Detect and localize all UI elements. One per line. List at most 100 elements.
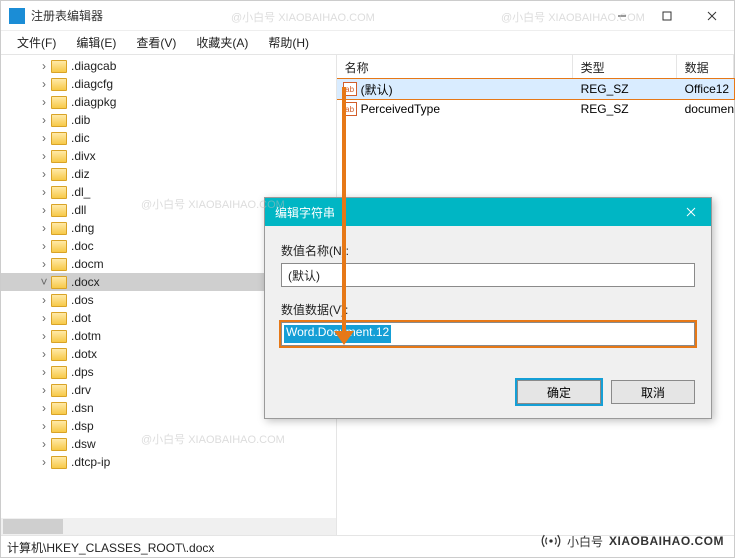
- maximize-button[interactable]: [644, 1, 689, 30]
- folder-icon: [51, 132, 67, 145]
- col-type[interactable]: 类型: [573, 55, 677, 78]
- folder-icon: [51, 78, 67, 91]
- window-title: 注册表编辑器: [31, 7, 599, 24]
- tree-item-label: .diagcab: [71, 59, 116, 73]
- cancel-button[interactable]: 取消: [611, 380, 695, 404]
- tree-item[interactable]: › .dtcp-ip: [1, 453, 336, 471]
- folder-icon: [51, 456, 67, 469]
- tree-item-label: .diagpkg: [71, 95, 116, 109]
- chevron-right-icon[interactable]: ›: [37, 455, 51, 469]
- menubar: 文件(F) 编辑(E) 查看(V) 收藏夹(A) 帮助(H): [1, 31, 734, 55]
- menu-view[interactable]: 查看(V): [126, 32, 186, 53]
- folder-icon: [51, 258, 67, 271]
- tree-item[interactable]: › .diagcab: [1, 57, 336, 75]
- tree-item-label: .docx: [71, 275, 100, 289]
- tree-item[interactable]: › .diagpkg: [1, 93, 336, 111]
- tree-item-label: .dotx: [71, 347, 97, 361]
- menu-favorites[interactable]: 收藏夹(A): [186, 32, 258, 53]
- close-button[interactable]: [689, 1, 734, 30]
- tree-item-label: .dng: [71, 221, 94, 235]
- tree-item-label: .dsp: [71, 419, 94, 433]
- tree-hscrollbar[interactable]: [1, 518, 336, 535]
- tree-item-label: .dos: [71, 293, 94, 307]
- chevron-right-icon[interactable]: ›: [37, 365, 51, 379]
- chevron-right-icon[interactable]: ›: [37, 77, 51, 91]
- chevron-right-icon[interactable]: ›: [37, 311, 51, 325]
- tree-item-label: .dtcp-ip: [71, 455, 110, 469]
- tree-item-label: .dib: [71, 113, 90, 127]
- ok-button[interactable]: 确定: [517, 380, 601, 404]
- tree-item[interactable]: › .dib: [1, 111, 336, 129]
- chevron-right-icon[interactable]: ›: [37, 131, 51, 145]
- tree-item-label: .dsn: [71, 401, 94, 415]
- folder-icon: [51, 312, 67, 325]
- chevron-right-icon[interactable]: ›: [37, 383, 51, 397]
- chevron-right-icon[interactable]: ›: [37, 59, 51, 73]
- chevron-right-icon[interactable]: ›: [37, 167, 51, 181]
- chevron-right-icon[interactable]: ›: [37, 329, 51, 343]
- folder-icon: [51, 60, 67, 73]
- row-type: REG_SZ: [573, 82, 677, 96]
- tree-item-label: .doc: [71, 239, 94, 253]
- dialog-body: 数值名称(N): 数值数据(V): Word.Document.12: [265, 226, 711, 366]
- tree-item[interactable]: ›.diz: [1, 165, 336, 183]
- tree-item-label: .dps: [71, 365, 94, 379]
- chevron-right-icon[interactable]: ›: [37, 203, 51, 217]
- row-data: Office12: [677, 82, 734, 96]
- tree-item-label: .dl_: [71, 185, 90, 199]
- col-data[interactable]: 数据: [677, 55, 734, 78]
- folder-icon: [51, 96, 67, 109]
- menu-help[interactable]: 帮助(H): [258, 32, 319, 53]
- col-name[interactable]: 名称: [337, 55, 573, 78]
- chevron-right-icon[interactable]: ›: [37, 347, 51, 361]
- folder-icon: [51, 276, 67, 289]
- chevron-right-icon[interactable]: ›: [37, 185, 51, 199]
- tree-item[interactable]: › .dic: [1, 129, 336, 147]
- tree-item[interactable]: › .dsp: [1, 417, 336, 435]
- tree-item[interactable]: › .divx: [1, 147, 336, 165]
- tree-item-label: .dot: [71, 311, 91, 325]
- regedit-window: 注册表编辑器 文件(F) 编辑(E) 查看(V) 收藏夹(A) 帮助(H) ›.…: [0, 0, 735, 558]
- chevron-right-icon[interactable]: ›: [37, 401, 51, 415]
- folder-icon: [51, 150, 67, 163]
- folder-icon: [51, 240, 67, 253]
- tree-item-label: .docm: [71, 257, 104, 271]
- list-row[interactable]: ab(默认)REG_SZOffice12: [337, 79, 734, 99]
- chevron-right-icon[interactable]: ›: [37, 149, 51, 163]
- app-icon: [9, 8, 25, 24]
- chevron-right-icon[interactable]: ›: [37, 257, 51, 271]
- tree-item-label: .divx: [71, 149, 96, 163]
- chevron-right-icon[interactable]: ›: [37, 293, 51, 307]
- chevron-right-icon[interactable]: ›: [37, 95, 51, 109]
- folder-icon: [51, 402, 67, 415]
- chevron-down-icon[interactable]: ˅: [37, 275, 51, 289]
- dialog-title: 编辑字符串: [275, 204, 671, 221]
- tree-item[interactable]: ›.dsw: [1, 435, 336, 453]
- folder-icon: [51, 420, 67, 433]
- menu-edit[interactable]: 编辑(E): [66, 32, 126, 53]
- chevron-right-icon[interactable]: ›: [37, 419, 51, 433]
- chevron-right-icon[interactable]: ›: [37, 239, 51, 253]
- scroll-thumb[interactable]: [3, 519, 63, 534]
- folder-icon: [51, 186, 67, 199]
- chevron-right-icon[interactable]: ›: [37, 221, 51, 235]
- tree-item[interactable]: ›.diagcfg: [1, 75, 336, 93]
- edit-string-dialog: 编辑字符串 数值名称(N): 数值数据(V): Word.Document.12…: [264, 197, 712, 419]
- titlebar: 注册表编辑器: [1, 1, 734, 31]
- folder-icon: [51, 222, 67, 235]
- chevron-right-icon[interactable]: ›: [37, 113, 51, 127]
- menu-file[interactable]: 文件(F): [7, 32, 66, 53]
- statusbar: 计算机\HKEY_CLASSES_ROOT\.docx: [1, 535, 734, 557]
- folder-icon: [51, 204, 67, 217]
- tree-item-label: .dic: [71, 131, 90, 145]
- folder-icon: [51, 114, 67, 127]
- dialog-close-button[interactable]: [671, 198, 711, 226]
- dialog-buttons: 确定 取消: [265, 366, 711, 418]
- annotation-arrowhead: [334, 331, 354, 345]
- chevron-right-icon[interactable]: ›: [37, 437, 51, 451]
- minimize-button[interactable]: [599, 1, 644, 30]
- list-row[interactable]: abPerceivedTypeREG_SZdocumen: [337, 99, 734, 119]
- window-buttons: [599, 1, 734, 30]
- annotation-arrow: [342, 87, 346, 335]
- tree-item-label: .drv: [71, 383, 91, 397]
